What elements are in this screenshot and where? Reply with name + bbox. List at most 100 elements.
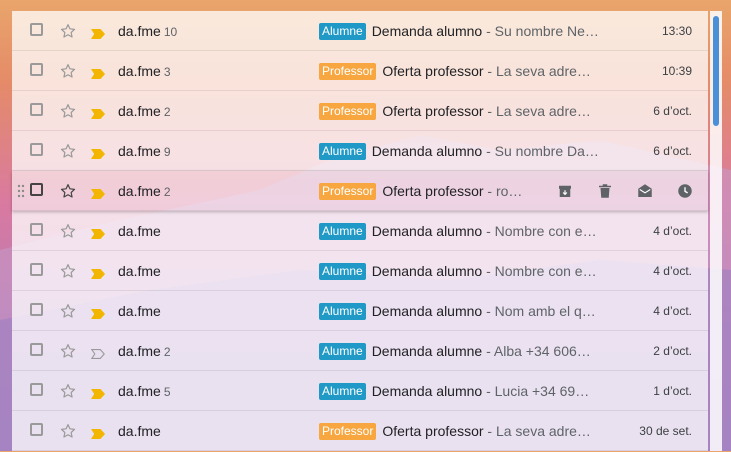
- select-checkbox[interactable]: [30, 143, 43, 156]
- date: 30 de set.: [639, 424, 692, 438]
- message-preview: Alumne Demanda alumno - Lucia +34 69…: [319, 371, 589, 411]
- thread-count: 2: [163, 105, 171, 119]
- date: 6 d’oct.: [653, 104, 692, 118]
- email-list: da.fme 10 Alumne Demanda alumno - Su nombre…: [12, 11, 708, 451]
- sender-name: da.fme: [118, 223, 161, 239]
- snippet: - Su nombre Da…: [482, 143, 599, 159]
- snippet: - Alba +34 606…: [482, 343, 591, 359]
- star-icon[interactable]: [59, 422, 77, 440]
- label-tag[interactable]: Alumne: [319, 263, 366, 280]
- select-checkbox[interactable]: [30, 183, 43, 196]
- sender-name: da.fme: [118, 23, 161, 39]
- scrollbar[interactable]: [710, 11, 722, 451]
- delete-icon[interactable]: [596, 182, 614, 200]
- email-row[interactable]: da.fme Professor Oferta professor - La sev…: [12, 411, 708, 451]
- date: 4 d’oct.: [653, 304, 692, 318]
- sender-name: da.fme: [118, 183, 161, 199]
- star-icon[interactable]: [59, 342, 77, 360]
- label-tag[interactable]: Professor: [319, 103, 377, 120]
- sender-name: da.fme: [118, 303, 161, 319]
- important-marker-icon[interactable]: [91, 426, 105, 439]
- sender-name: da.fme: [118, 143, 161, 159]
- subject: Demanda alumno: [371, 23, 483, 39]
- label-tag[interactable]: Professor: [319, 423, 377, 440]
- select-checkbox[interactable]: [30, 263, 43, 276]
- label-tag[interactable]: Professor: [319, 63, 377, 80]
- star-icon[interactable]: [59, 182, 77, 200]
- subject: Demanda alumne: [371, 343, 483, 359]
- drag-handle-icon[interactable]: [17, 184, 25, 198]
- email-row[interactable]: da.fme 2 Alumne Demanda alumne - Alba +34 6…: [12, 331, 708, 371]
- archive-icon[interactable]: [556, 182, 574, 200]
- label-tag[interactable]: Alumne: [319, 23, 366, 40]
- label-tag[interactable]: Professor: [319, 183, 377, 200]
- email-row[interactable]: da.fme Alumne Demanda alumno - Nom amb el …: [12, 291, 708, 331]
- star-icon[interactable]: [59, 102, 77, 120]
- date: 2 d’oct.: [653, 344, 692, 358]
- important-marker-icon[interactable]: [91, 386, 105, 399]
- snippet: - Nombre con e…: [482, 223, 597, 239]
- message-preview: Professor Oferta professor - La seva adre…: [319, 51, 591, 91]
- email-row[interactable]: da.fme Alumne Demanda alumno - Nombre con …: [12, 251, 708, 291]
- label-tag[interactable]: Alumne: [319, 223, 366, 240]
- scrollbar-thumb[interactable]: [713, 16, 719, 126]
- select-checkbox[interactable]: [30, 303, 43, 316]
- select-checkbox[interactable]: [30, 423, 43, 436]
- email-row[interactable]: da.fme 2 Professor Oferta professor - ro…: [12, 171, 708, 211]
- star-icon[interactable]: [59, 22, 77, 40]
- important-marker-icon[interactable]: [91, 306, 105, 319]
- email-row[interactable]: da.fme Alumne Demanda alumno - Nombre con …: [12, 211, 708, 251]
- important-marker-icon[interactable]: [91, 226, 105, 239]
- snippet: - Nom amb el q…: [482, 303, 596, 319]
- label-tag[interactable]: Alumne: [319, 383, 366, 400]
- subject: Demanda alumno: [371, 303, 483, 319]
- important-marker-icon[interactable]: [90, 346, 105, 359]
- sender: da.fme 2: [118, 171, 171, 212]
- important-marker-icon[interactable]: [91, 66, 105, 79]
- sender: da.fme: [118, 251, 164, 292]
- important-marker-icon[interactable]: [91, 26, 105, 39]
- important-marker-icon[interactable]: [91, 186, 105, 199]
- snooze-icon[interactable]: [676, 182, 694, 200]
- star-icon[interactable]: [59, 142, 77, 160]
- sender: da.fme 2: [118, 331, 171, 372]
- select-checkbox[interactable]: [30, 23, 43, 36]
- label-tag[interactable]: Alumne: [319, 303, 366, 320]
- sender-name: da.fme: [118, 423, 161, 439]
- select-checkbox[interactable]: [30, 343, 43, 356]
- select-checkbox[interactable]: [30, 63, 43, 76]
- label-tag[interactable]: Alumne: [319, 343, 366, 360]
- sender-name: da.fme: [118, 63, 161, 79]
- sender-name: da.fme: [118, 263, 161, 279]
- email-row[interactable]: da.fme 5 Alumne Demanda alumno - Lucia +34 …: [12, 371, 708, 411]
- email-row[interactable]: da.fme 2 Professor Oferta professor - La se…: [12, 91, 708, 131]
- message-preview: Professor Oferta professor - ro…: [319, 171, 522, 211]
- thread-count: 10: [163, 25, 178, 39]
- message-preview: Alumne Demanda alumno - Su nombre Ne…: [319, 11, 599, 51]
- important-marker-icon[interactable]: [91, 266, 105, 279]
- star-icon[interactable]: [59, 62, 77, 80]
- important-marker-icon[interactable]: [91, 146, 105, 159]
- star-icon[interactable]: [59, 262, 77, 280]
- sender-name: da.fme: [118, 103, 161, 119]
- star-icon[interactable]: [59, 382, 77, 400]
- star-icon[interactable]: [59, 302, 77, 320]
- email-row[interactable]: da.fme 10 Alumne Demanda alumno - Su nombre…: [12, 11, 708, 51]
- email-row[interactable]: da.fme 3 Professor Oferta professor - La se…: [12, 51, 708, 91]
- mark-read-icon[interactable]: [636, 182, 654, 200]
- date: 6 d’oct.: [653, 144, 692, 158]
- important-marker-icon[interactable]: [91, 106, 105, 119]
- subject: Demanda alumno: [371, 223, 483, 239]
- sender: da.fme: [118, 411, 164, 452]
- label-tag[interactable]: Alumne: [319, 143, 366, 160]
- thread-count: 5: [163, 385, 171, 399]
- select-checkbox[interactable]: [30, 223, 43, 236]
- date: 4 d’oct.: [653, 224, 692, 238]
- select-checkbox[interactable]: [30, 383, 43, 396]
- select-checkbox[interactable]: [30, 103, 43, 116]
- subject: Oferta professor: [382, 63, 484, 79]
- message-preview: Alumne Demanda alumno - Su nombre Da…: [319, 131, 599, 171]
- star-icon[interactable]: [59, 222, 77, 240]
- date: 13:30: [661, 24, 692, 38]
- email-row[interactable]: da.fme 9 Alumne Demanda alumno - Su nombre …: [12, 131, 708, 171]
